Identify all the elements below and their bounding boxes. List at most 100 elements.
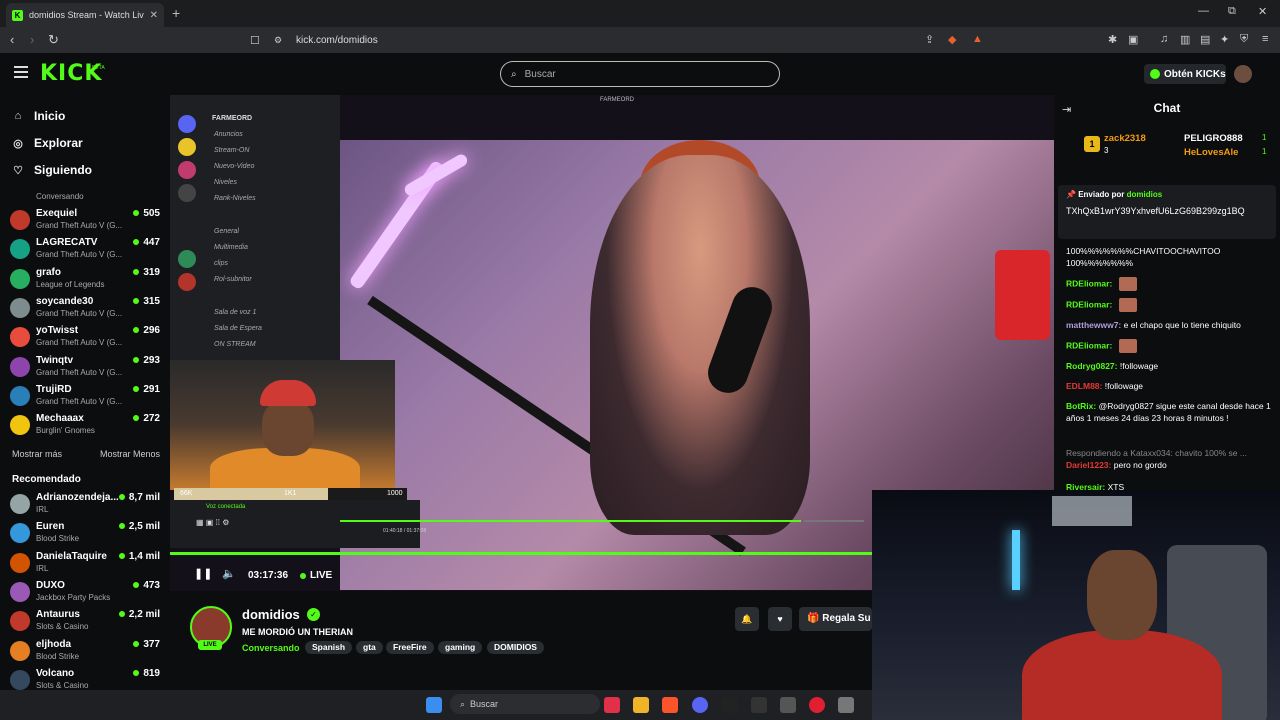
user-avatar[interactable] <box>1234 65 1252 83</box>
close-window-button[interactable]: ✕ <box>1258 5 1267 18</box>
sidebar-toggle-icon[interactable]: ▥ <box>1180 33 1190 46</box>
chat-message: Dariel1223: pero no gordo <box>1066 459 1272 471</box>
pause-icon[interactable]: ❚❚ <box>194 567 212 580</box>
brave-icon[interactable] <box>662 697 678 713</box>
tag-chip[interactable]: Spanish <box>305 641 353 654</box>
reload-icon[interactable]: ↻ <box>48 32 59 48</box>
nav-home[interactable]: ⌂ Inicio <box>12 109 66 123</box>
gifter-name[interactable]: HeLovesAle <box>1184 147 1238 158</box>
show-more-link[interactable]: Mostrar más <box>12 449 62 459</box>
bookmark-icon[interactable]: ☐ <box>250 34 260 47</box>
facecam-cap <box>260 380 316 406</box>
channel-category: IRL <box>36 505 49 514</box>
channel-name: grafo <box>36 266 61 278</box>
stream-category[interactable]: Conversando <box>242 643 300 653</box>
extensions-icon[interactable]: ✱ <box>1108 33 1117 46</box>
sidebar-channel[interactable]: LAGRECATV Grand Theft Auto V (G... 447 <box>10 236 162 265</box>
search-input[interactable]: ⌕ Buscar <box>500 61 780 87</box>
get-kicks-button[interactable]: Obtén KICKs <box>1144 64 1226 84</box>
minimize-button[interactable]: — <box>1198 5 1209 17</box>
sidebar-channel[interactable]: Exequiel Grand Theft Auto V (G... 505 <box>10 207 162 236</box>
sidebar-channel[interactable]: DanielaTaquire IRL 1,4 mil <box>10 550 162 579</box>
sidebar-channel[interactable]: Twinqtv Grand Theft Auto V (G... 293 <box>10 354 162 383</box>
sidebar-channel[interactable]: TrujiRD Grand Theft Auto V (G... 291 <box>10 383 162 412</box>
brave-rewards-icon[interactable]: ▲ <box>972 33 983 45</box>
browser-tab[interactable]: K domidios Stream - Watch Liv ✕ <box>6 3 164 27</box>
nav-explore[interactable]: ◎ Explorar <box>12 136 83 150</box>
chat-username[interactable]: RDEliomar: <box>1066 278 1112 288</box>
site-info-icon[interactable]: ⚙ <box>274 35 282 46</box>
file-explorer-icon[interactable] <box>633 697 649 713</box>
bar-right-value: 1000 <box>387 490 403 497</box>
player-progress-bar[interactable] <box>170 552 872 555</box>
kick-favicon-icon: K <box>12 9 23 21</box>
follow-heart-button[interactable]: ♥ <box>768 607 792 631</box>
gifter-name[interactable]: PELIGRO888 <box>1184 133 1243 144</box>
forward-icon[interactable]: › <box>30 32 34 47</box>
channel-category: Grand Theft Auto V (G... <box>36 338 123 348</box>
settings-icon[interactable] <box>838 697 854 713</box>
back-icon[interactable]: ‹ <box>10 32 14 47</box>
menu-icon[interactable]: ≡ <box>1262 33 1268 45</box>
app-icon[interactable] <box>604 697 620 713</box>
notification-bell-button[interactable]: 🔔 <box>735 607 759 631</box>
channel-name: LAGRECATV <box>36 237 98 249</box>
brave-shield-icon[interactable]: ◆ <box>948 33 956 46</box>
chat-username[interactable]: Dariel1223: <box>1066 460 1111 470</box>
channel-avatar <box>10 523 30 544</box>
sidebar-channel[interactable]: Euren Blood Strike 2,5 mil <box>10 520 162 549</box>
pinned-sender: 📌 Enviado por domidios <box>1066 190 1268 199</box>
capcut-icon[interactable] <box>722 697 738 713</box>
chat-username[interactable]: matthewww7: <box>1066 320 1121 330</box>
chat-username[interactable]: Rodryg0827: <box>1066 361 1118 371</box>
new-tab-button[interactable]: + <box>172 5 180 21</box>
maximize-button[interactable]: ⧉ <box>1228 5 1236 18</box>
sidebar-channel[interactable]: DUXO Jackbox Party Packs 473 <box>10 579 162 608</box>
volume-icon[interactable]: 🔈 <box>222 567 236 580</box>
show-less-link[interactable]: Mostrar Menos <box>100 449 160 459</box>
tag-chip[interactable]: DOMIDIOS <box>487 641 544 654</box>
chat-username[interactable]: RDEliomar: <box>1066 340 1112 350</box>
sidebar-channel[interactable]: eljhoda Blood Strike 377 <box>10 638 162 667</box>
chat-username[interactable]: BotRix: <box>1066 401 1096 411</box>
tag-chip[interactable]: gta <box>356 641 383 654</box>
webcam-head <box>1087 550 1157 640</box>
sidebar-channel[interactable]: Adrianozendeja... IRL 8,7 mil <box>10 491 162 520</box>
sidebar-channel[interactable]: yoTwisst Grand Theft Auto V (G... 296 <box>10 324 162 353</box>
gift-sub-button[interactable]: 🎁 Regala Su <box>799 607 872 631</box>
chat-username[interactable]: Riversair: <box>1066 482 1105 490</box>
nav-following[interactable]: ♡ Siguiendo <box>12 163 92 177</box>
discord-icon[interactable] <box>692 697 708 713</box>
media-icon[interactable]: ♫ <box>1160 33 1168 45</box>
vpn-icon[interactable]: ⛨ <box>1240 33 1248 46</box>
gifter-name[interactable]: zack2318 <box>1104 133 1146 144</box>
sidebar-channel[interactable]: Mechaaax Burglin' Gnomes 272 <box>10 412 162 441</box>
channel-category: Grand Theft Auto V (G... <box>36 250 123 260</box>
wallet-icon[interactable]: ▤ <box>1200 33 1210 46</box>
chat-username[interactable]: RDEliomar: <box>1066 299 1112 309</box>
sidebar-channel[interactable]: Volcano Slots & Casino 819 <box>10 667 162 690</box>
app-icon[interactable] <box>780 697 796 713</box>
sidebar-channel[interactable]: grafo League of Legends 319 <box>10 266 162 295</box>
app-icon[interactable] <box>751 697 767 713</box>
tag-chip[interactable]: FreeFire <box>386 641 434 654</box>
chat-message: RDEliomar: <box>1066 277 1272 291</box>
chat-emote <box>1118 277 1137 291</box>
discord-server-icon <box>178 115 196 133</box>
taskbar-search[interactable]: ⌕ Buscar <box>450 694 600 714</box>
chat-message: 100%%%%%%%CHAVITOOCHAVITOO 100%%%%%%% <box>1066 245 1272 269</box>
share-icon[interactable]: ⇪ <box>925 33 934 46</box>
windows-start-icon[interactable] <box>426 697 442 713</box>
pinned-message[interactable]: 📌 Enviado por domidios TXhQxB1wrY39Yxhve… <box>1058 185 1276 239</box>
obs-icon[interactable] <box>809 697 825 713</box>
sidebar-channel[interactable]: Antaurus Slots & Casino 2,2 mil <box>10 608 162 637</box>
tag-chip[interactable]: gaming <box>438 641 483 654</box>
hamburger-menu-icon[interactable] <box>14 66 28 78</box>
streamer-name[interactable]: domidios <box>242 607 300 622</box>
sidebar-channel[interactable]: soycande30 Grand Theft Auto V (G... 315 <box>10 295 162 324</box>
tab-close-icon[interactable]: ✕ <box>150 10 158 21</box>
screenshot-icon[interactable]: ▣ <box>1128 33 1138 46</box>
chat-username[interactable]: EDLM88: <box>1066 381 1102 391</box>
url-field[interactable]: ☐ ⚙ kick.com/domidios <box>246 30 996 50</box>
leo-ai-icon[interactable]: ✦ <box>1220 33 1229 46</box>
